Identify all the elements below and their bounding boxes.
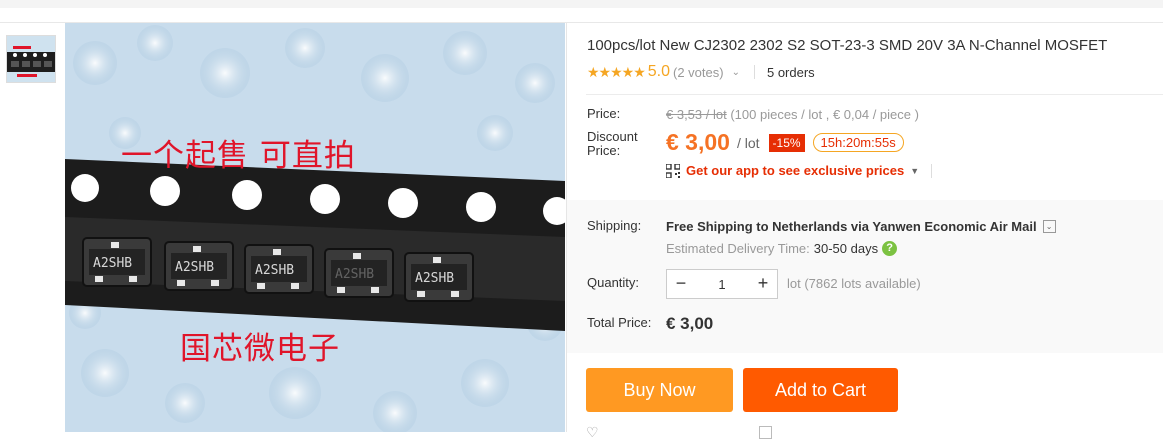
total-price: € 3,00 [666, 314, 714, 333]
product-main-image[interactable]: A2SHB A2SHB A2SHB A2SHB A2SHB 一个起售 可直拍 国… [65, 23, 565, 432]
image-caption-bottom: 国芯微电子 [180, 331, 340, 367]
original-price: € 3,53 / lot (100 pieces / lot , € 0,04 … [666, 107, 919, 122]
chevron-down-icon[interactable]: ⌄ [1042, 220, 1056, 233]
orders-count: 5 orders [766, 64, 815, 80]
discount-price: € 3,00 [666, 129, 730, 155]
product-thumbnail[interactable] [6, 35, 56, 83]
rating-value: 5.0 [647, 63, 671, 80]
rating-row: ★★★★★ 5.0 (2 votes) ⌄ 5 orders [587, 62, 815, 82]
decrement-button[interactable]: − [667, 270, 695, 298]
divider [586, 94, 1163, 95]
discount-price-row: € 3,00 / lot -15% 15h:20m:55s [666, 129, 904, 156]
price-label: Price: [587, 106, 621, 121]
separator [931, 163, 933, 178]
quantity-input[interactable]: 1 [695, 277, 749, 292]
chip-marking: A2SHB [175, 260, 214, 275]
chip-marking: A2SHB [255, 263, 294, 278]
price-unit: / lot [736, 134, 760, 151]
app-promo-text[interactable]: Get our app to see exclusive prices [686, 163, 904, 178]
votes-link[interactable]: (2 votes) [673, 65, 724, 80]
total-price-label: Total Price: [587, 315, 652, 330]
discount-price-label: Discount Price: [587, 129, 638, 158]
delivery-days: 30-50 days [813, 241, 879, 256]
chevron-down-icon[interactable]: ⌄ [732, 67, 740, 78]
chip-marking: A2SHB [335, 267, 374, 282]
top-bar [0, 0, 1163, 8]
heart-icon[interactable]: ♡ [586, 424, 599, 441]
countdown-timer: 15h:20m:55s [812, 133, 904, 152]
shipping-label: Shipping: [587, 218, 642, 233]
shipping-method[interactable]: Free Shipping to Netherlands via Yanwen … [666, 219, 1056, 234]
caret-down-icon[interactable]: ▼ [910, 166, 919, 176]
increment-button[interactable]: + [749, 270, 777, 298]
chip-marking: A2SHB [415, 271, 454, 286]
original-price-detail: (100 pieces / lot , € 0,04 / piece ) [730, 107, 919, 122]
top-border [0, 8, 1163, 23]
quantity-label: Quantity: [587, 275, 640, 290]
add-to-cart-button[interactable]: Add to Cart [743, 368, 898, 412]
quantity-stepper[interactable]: − 1 + [666, 269, 778, 299]
chip-marking: A2SHB [93, 256, 132, 271]
shipping-method-text[interactable]: Free Shipping to Netherlands via Yanwen … [666, 219, 1037, 234]
help-icon[interactable]: ? [882, 241, 898, 256]
buy-now-button[interactable]: Buy Now [586, 368, 733, 412]
app-promo[interactable]: Get our app to see exclusive prices ▼ [666, 163, 933, 178]
delivery-label: Estimated Delivery Time: [666, 241, 810, 256]
separator [753, 65, 755, 79]
discount-badge: -15% [768, 133, 805, 152]
qr-code-icon [666, 163, 680, 178]
lots-available: lot (7862 lots available) [787, 276, 921, 291]
star-rating-icon: ★★★★★ [587, 63, 646, 80]
image-caption-top: 一个起售 可直拍 [121, 138, 356, 174]
wishlist-row[interactable]: ♡ [586, 424, 772, 441]
checkbox[interactable] [758, 426, 772, 439]
product-title: 100pcs/lot New CJ2302 2302 S2 SOT-23-3 S… [587, 37, 1108, 54]
delivery-estimate: Estimated Delivery Time: 30-50 days ? [666, 241, 898, 256]
original-price-value: € 3,53 / lot [666, 107, 727, 122]
